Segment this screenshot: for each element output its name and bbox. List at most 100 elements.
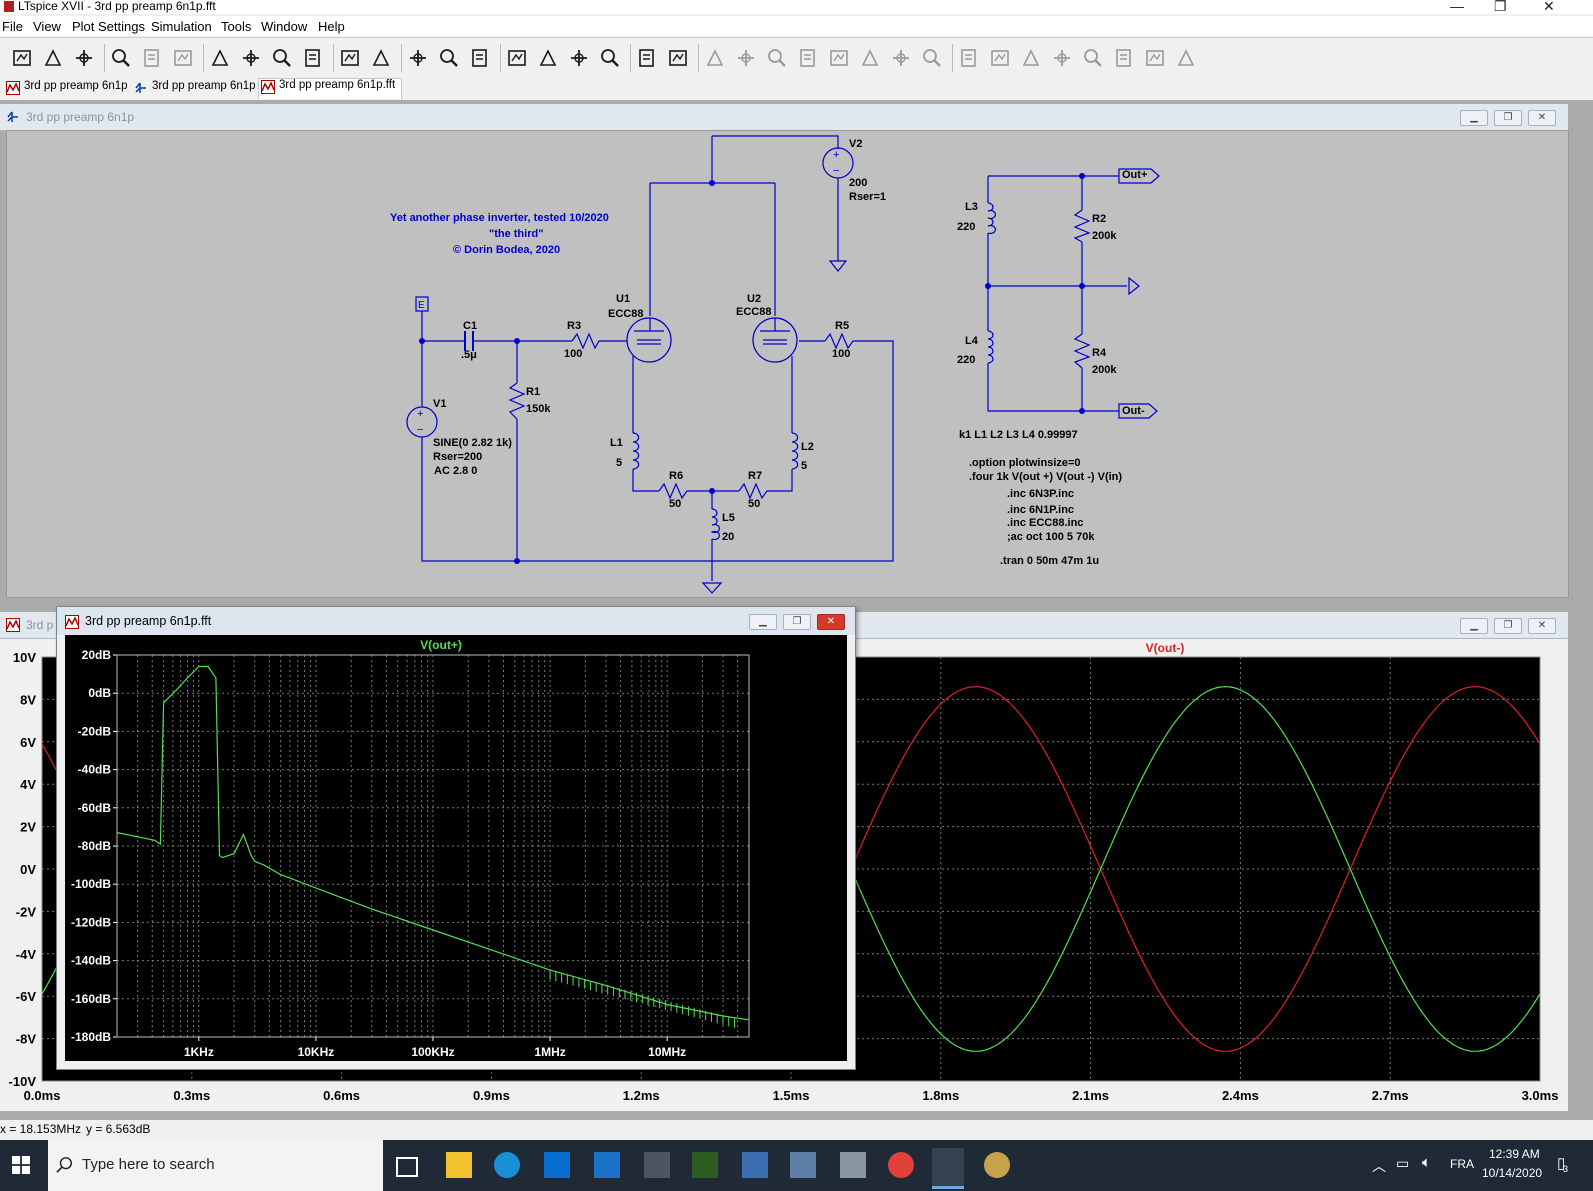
spice-directive[interactable]: .inc 6N1P.inc — [1007, 504, 1074, 516]
menu-simulation[interactable]: Simulation — [151, 19, 212, 34]
schematic-canvas[interactable]: + − + − E Yet another phase inverter, te… — [6, 130, 1569, 598]
tile-horizontal-icon[interactable] — [406, 46, 430, 70]
chrome-icon[interactable] — [888, 1152, 914, 1178]
text-icon[interactable] — [1143, 46, 1167, 70]
paste-icon[interactable] — [567, 46, 591, 70]
resistor-icon[interactable] — [796, 46, 820, 70]
clock-time[interactable]: 12:39 AM — [1489, 1147, 1540, 1161]
r4-value[interactable]: 200k — [1092, 364, 1116, 376]
restore-icon[interactable]: ❐ — [783, 614, 811, 630]
pan-hand-icon[interactable] — [171, 46, 195, 70]
r4-label[interactable]: R4 — [1092, 347, 1106, 359]
spice-directive[interactable]: .four 1k V(out +) V(out -) V(in) — [969, 471, 1122, 483]
calculator-icon[interactable] — [742, 1152, 768, 1178]
open-icon[interactable] — [41, 46, 65, 70]
u2-type[interactable]: ECC88 — [736, 306, 771, 318]
menu-file[interactable]: File — [2, 19, 23, 34]
close-icon[interactable]: ✕ — [1528, 110, 1556, 126]
zoom-in-icon[interactable] — [208, 46, 232, 70]
draw-wire-icon[interactable] — [703, 46, 727, 70]
video-editor-icon[interactable] — [644, 1152, 670, 1178]
find-icon[interactable] — [598, 46, 622, 70]
menu-tools[interactable]: Tools — [221, 19, 251, 34]
label-net-icon[interactable] — [765, 46, 789, 70]
inductor-icon[interactable] — [858, 46, 882, 70]
v2-value[interactable]: 200 — [849, 177, 867, 189]
language-indicator[interactable]: FRA — [1450, 1157, 1474, 1171]
rotate-icon[interactable] — [1081, 46, 1105, 70]
l1-label[interactable]: L1 — [610, 437, 623, 449]
mail-icon[interactable] — [594, 1152, 620, 1178]
cascade-icon[interactable] — [437, 46, 461, 70]
c1-label[interactable]: C1 — [463, 320, 477, 332]
l2-label[interactable]: L2 — [801, 441, 814, 453]
minimize-button[interactable]: — — [1450, 0, 1464, 14]
out-minus-flag[interactable]: Out- — [1122, 405, 1145, 417]
l4-label[interactable]: L4 — [965, 335, 978, 347]
l5-label[interactable]: L5 — [722, 512, 735, 524]
close-icon[interactable]: ✕ — [817, 614, 845, 630]
minimize-icon[interactable]: ▁ — [749, 614, 777, 630]
menu-window[interactable]: Window — [261, 19, 307, 34]
r6-value[interactable]: 50 — [669, 498, 681, 510]
restore-button[interactable]: ❐ — [1494, 0, 1507, 15]
r2-label[interactable]: R2 — [1092, 213, 1106, 225]
v1-label[interactable]: V1 — [433, 398, 446, 410]
v1-rser[interactable]: Rser=200 — [433, 451, 482, 463]
r7-label[interactable]: R7 — [748, 470, 762, 482]
tab-schematic[interactable]: 3rd pp preamp 6n1p — [132, 80, 256, 98]
windows-start-icon[interactable] — [12, 1156, 30, 1174]
out-plus-flag[interactable]: Out+ — [1122, 169, 1147, 181]
move-icon[interactable] — [957, 46, 981, 70]
l3-value[interactable]: 220 — [957, 221, 975, 233]
tile-vertical-icon[interactable] — [468, 46, 492, 70]
close-button[interactable]: ✕ — [1543, 0, 1555, 15]
r5-value[interactable]: 100 — [832, 348, 850, 360]
paint-icon[interactable] — [984, 1152, 1010, 1178]
u1-type[interactable]: ECC88 — [608, 308, 643, 320]
v2-label[interactable]: V2 — [849, 138, 862, 150]
ground-icon[interactable] — [734, 46, 758, 70]
grid-icon[interactable] — [369, 46, 393, 70]
close-icon[interactable]: ✕ — [1528, 618, 1556, 634]
edge-icon[interactable] — [494, 1152, 520, 1178]
menu-plot-settings[interactable]: Plot Settings — [72, 19, 145, 34]
mirror-icon[interactable] — [1112, 46, 1136, 70]
drag-icon[interactable] — [988, 46, 1012, 70]
spice-directive[interactable]: .option plotwinsize=0 — [969, 457, 1081, 469]
clock-date[interactable]: 10/14/2020 — [1482, 1166, 1542, 1180]
tab-fft[interactable]: 3rd pp preamp 6n1p.fft — [258, 78, 403, 99]
tray-chevron-icon[interactable]: ︿ — [1372, 1156, 1386, 1176]
save-icon[interactable] — [72, 46, 96, 70]
component-icon[interactable] — [920, 46, 944, 70]
r5-label[interactable]: R5 — [835, 320, 849, 332]
v1-sine[interactable]: SINE(0 2.82 1k) — [433, 437, 512, 449]
spice-directive[interactable]: k1 L1 L2 L3 L4 0.99997 — [959, 429, 1078, 441]
disk-tool-icon[interactable] — [840, 1152, 866, 1178]
undo-icon[interactable] — [1019, 46, 1043, 70]
halt-icon[interactable] — [140, 46, 164, 70]
r1-value[interactable]: 150k — [526, 403, 550, 415]
zoom-out-icon[interactable] — [270, 46, 294, 70]
l4-value[interactable]: 220 — [957, 354, 975, 366]
ltspice-icon[interactable] — [932, 1148, 964, 1189]
file-explorer-icon[interactable] — [446, 1152, 472, 1178]
u1-label[interactable]: U1 — [616, 293, 630, 305]
r1-label[interactable]: R1 — [526, 386, 540, 398]
zoom-fit-icon[interactable] — [239, 46, 263, 70]
menu-view[interactable]: View — [33, 19, 61, 34]
menu-help[interactable]: Help — [318, 19, 345, 34]
zoom-cancel-icon[interactable] — [301, 46, 325, 70]
r7-value[interactable]: 50 — [748, 498, 760, 510]
v2-rser[interactable]: Rser=1 — [849, 191, 886, 203]
restore-icon[interactable]: ❐ — [1494, 618, 1522, 634]
network-app-icon[interactable] — [790, 1152, 816, 1178]
store-icon[interactable] — [544, 1152, 570, 1178]
u2-label[interactable]: U2 — [747, 293, 761, 305]
minimize-icon[interactable]: ▁ — [1460, 110, 1488, 126]
l3-label[interactable]: L3 — [965, 201, 978, 213]
spice-directive[interactable]: .tran 0 50m 47m 1u — [1000, 555, 1099, 567]
c1-value[interactable]: .5μ — [461, 349, 477, 361]
l5-value[interactable]: 20 — [722, 531, 734, 543]
print-icon[interactable] — [635, 46, 659, 70]
